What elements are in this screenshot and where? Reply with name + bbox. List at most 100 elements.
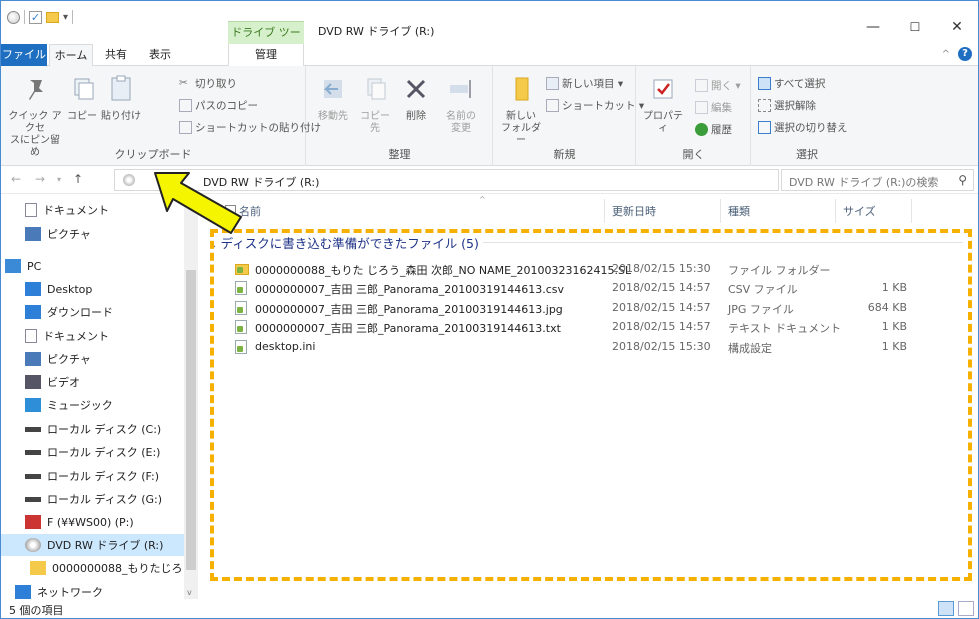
invert-selection-button[interactable]: 選択の切り替え — [758, 120, 848, 135]
paste-shortcut-icon — [179, 121, 192, 134]
nav-item[interactable]: Desktop — [1, 278, 186, 300]
new-group-label: 新規 — [553, 148, 576, 161]
customize-dropdown-icon[interactable]: ▾ — [63, 12, 68, 23]
file-name: 0000000007_吉田 三郎_Panorama_20100319144613… — [255, 303, 563, 316]
nav-item[interactable]: ローカル ディスク (F:) — [1, 465, 186, 487]
close-button[interactable]: ✕ — [937, 15, 977, 39]
nav-scroll-thumb[interactable] — [186, 270, 196, 570]
address-bar[interactable]: DVD RW ドライブ (R:) ▾ ↻ — [114, 169, 877, 191]
shortcut-label: ショートカット ▾ — [562, 100, 645, 112]
history-button[interactable]: 履歴 — [695, 122, 732, 137]
move-to-button[interactable]: 移動先 — [315, 74, 351, 123]
paste-shortcut-button[interactable]: ショートカットの貼り付け — [179, 120, 321, 135]
column-header-size[interactable]: サイズ — [843, 203, 876, 219]
column-header-date[interactable]: 更新日時 — [612, 203, 656, 219]
scroll-up-icon[interactable]: ^ — [187, 195, 194, 202]
nav-item[interactable]: ダウンロード — [1, 301, 186, 323]
new-folder-icon[interactable] — [46, 11, 59, 23]
scroll-down-icon[interactable]: v — [187, 588, 192, 597]
rename-label-1: 名前の — [446, 111, 476, 122]
recent-dropdown-icon[interactable]: ▾ — [57, 175, 61, 184]
search-box[interactable]: DVD RW ドライブ (R:)の検索 ⚲ — [781, 169, 974, 191]
file-icon — [235, 320, 247, 334]
window-menu-icon[interactable] — [7, 10, 20, 24]
file-row[interactable]: 0000000007_吉田 三郎_Panorama_20100319144613… — [199, 317, 978, 337]
paste-shortcut-label: ショートカットの貼り付け — [195, 122, 321, 134]
back-arrow-icon[interactable]: ← — [11, 172, 21, 186]
search-icon[interactable]: ⚲ — [958, 173, 967, 187]
nav-item[interactable]: ドキュメント — [1, 325, 186, 347]
paste-button[interactable]: 貼り付け — [101, 74, 141, 123]
select-all-checkbox[interactable] — [225, 205, 236, 216]
column-separator[interactable] — [604, 199, 605, 223]
large-icons-view-icon[interactable] — [958, 601, 974, 616]
file-row[interactable]: 0000000007_吉田 三郎_Panorama_20100319144613… — [199, 278, 978, 298]
column-separator[interactable] — [911, 199, 912, 223]
nav-item[interactable]: ネットワーク — [1, 581, 186, 599]
forward-arrow-icon[interactable]: → — [35, 172, 45, 186]
open-button[interactable]: 開く ▾ — [695, 78, 741, 93]
nav-item[interactable]: 0000000088_もりたじろ — [1, 557, 186, 579]
delete-button[interactable]: 削除 — [401, 74, 431, 123]
shortcut-button[interactable]: ショートカット ▾ — [546, 98, 644, 113]
nav-item[interactable]: PC — [1, 255, 186, 277]
nav-item-label: ピクチャ — [47, 353, 91, 366]
select-all-icon — [758, 77, 771, 90]
organize-group-label: 整理 — [388, 148, 411, 161]
new-item-button[interactable]: 新しい項目 ▾ — [546, 76, 623, 91]
copy-to-button[interactable]: コピー先 — [357, 74, 393, 135]
tab-file[interactable]: ファイル — [1, 44, 47, 66]
column-separator[interactable] — [720, 199, 721, 223]
file-date: 2018/02/15 14:57 — [612, 281, 711, 294]
select-all-button[interactable]: すべて選択 — [758, 76, 825, 91]
nav-item-label: ダウンロード — [47, 306, 113, 319]
properties-button[interactable]: プロパティ — [641, 74, 685, 135]
minimize-button[interactable]: — — [853, 15, 893, 39]
nav-item[interactable]: DVD RW ドライブ (R:) — [1, 534, 186, 556]
copy-button[interactable]: コピー — [67, 74, 97, 123]
nav-item[interactable]: ピクチャ — [1, 223, 186, 245]
nav-item[interactable]: ピクチャ — [1, 348, 186, 370]
collapse-group-icon[interactable]: ⌄ — [209, 240, 221, 251]
column-header-name[interactable]: 名前 — [239, 203, 261, 219]
file-row[interactable]: desktop.ini 2018/02/15 15:30 構成設定 1 KB — [199, 337, 978, 357]
nav-item[interactable]: ビデオ — [1, 371, 186, 393]
path-icon — [179, 99, 192, 112]
drive-icon — [25, 449, 41, 455]
nav-item-label: Desktop — [47, 282, 93, 296]
file-row[interactable]: 0000000088_もりた じろう_森田 次郎_NO NAME_2010032… — [199, 259, 978, 279]
cut-button[interactable]: ✂ 切り取り — [179, 76, 237, 91]
tab-view[interactable]: 表示 — [141, 44, 179, 66]
invert-selection-label: 選択の切り替え — [774, 122, 848, 134]
nav-item[interactable]: ローカル ディスク (E:) — [1, 441, 186, 463]
file-row[interactable]: 0000000007_吉田 三郎_Panorama_20100319144613… — [199, 298, 978, 318]
rename-button[interactable]: 名前の 変更 — [441, 74, 481, 135]
select-none-button[interactable]: 選択解除 — [758, 98, 816, 113]
nav-scrollbar[interactable]: ^ v — [184, 195, 198, 599]
collapse-ribbon-icon[interactable]: ^ — [942, 49, 950, 60]
tab-manage[interactable]: 管理 — [228, 44, 304, 66]
copy-path-button[interactable]: パスのコピー — [179, 98, 258, 113]
column-separator[interactable] — [835, 199, 836, 223]
column-header-type[interactable]: 種類 — [728, 203, 750, 219]
properties-check-icon[interactable]: ✓ — [29, 10, 42, 24]
tab-home[interactable]: ホーム — [49, 44, 93, 67]
pc-icon — [5, 259, 21, 273]
maximize-button[interactable]: ☐ — [895, 15, 935, 39]
organize-group: 移動先 コピー先 削除 名前の 変更 整理 — [307, 66, 493, 166]
nav-item[interactable]: ドキュメント — [1, 199, 186, 221]
details-view-icon[interactable] — [938, 601, 954, 616]
up-arrow-icon[interactable]: ↑ — [73, 172, 83, 186]
help-icon[interactable]: ? — [958, 47, 972, 61]
nav-item[interactable]: ローカル ディスク (C:) — [1, 418, 186, 440]
nav-item[interactable]: ミュージック — [1, 394, 186, 416]
search-placeholder: DVD RW ドライブ (R:)の検索 — [789, 176, 939, 189]
new-folder-button[interactable]: 新しい フォルダー — [500, 74, 542, 147]
nav-item[interactable]: F (¥¥WS00) (P:) — [1, 511, 186, 533]
invert-selection-icon — [758, 121, 771, 134]
edit-button[interactable]: 編集 — [695, 100, 732, 115]
select-none-icon — [758, 99, 771, 112]
group-header[interactable]: ⌄ ディスクに書き込む準備ができたファイル (5) — [209, 233, 479, 252]
nav-item[interactable]: ローカル ディスク (G:) — [1, 488, 186, 510]
tab-share[interactable]: 共有 — [97, 44, 135, 66]
